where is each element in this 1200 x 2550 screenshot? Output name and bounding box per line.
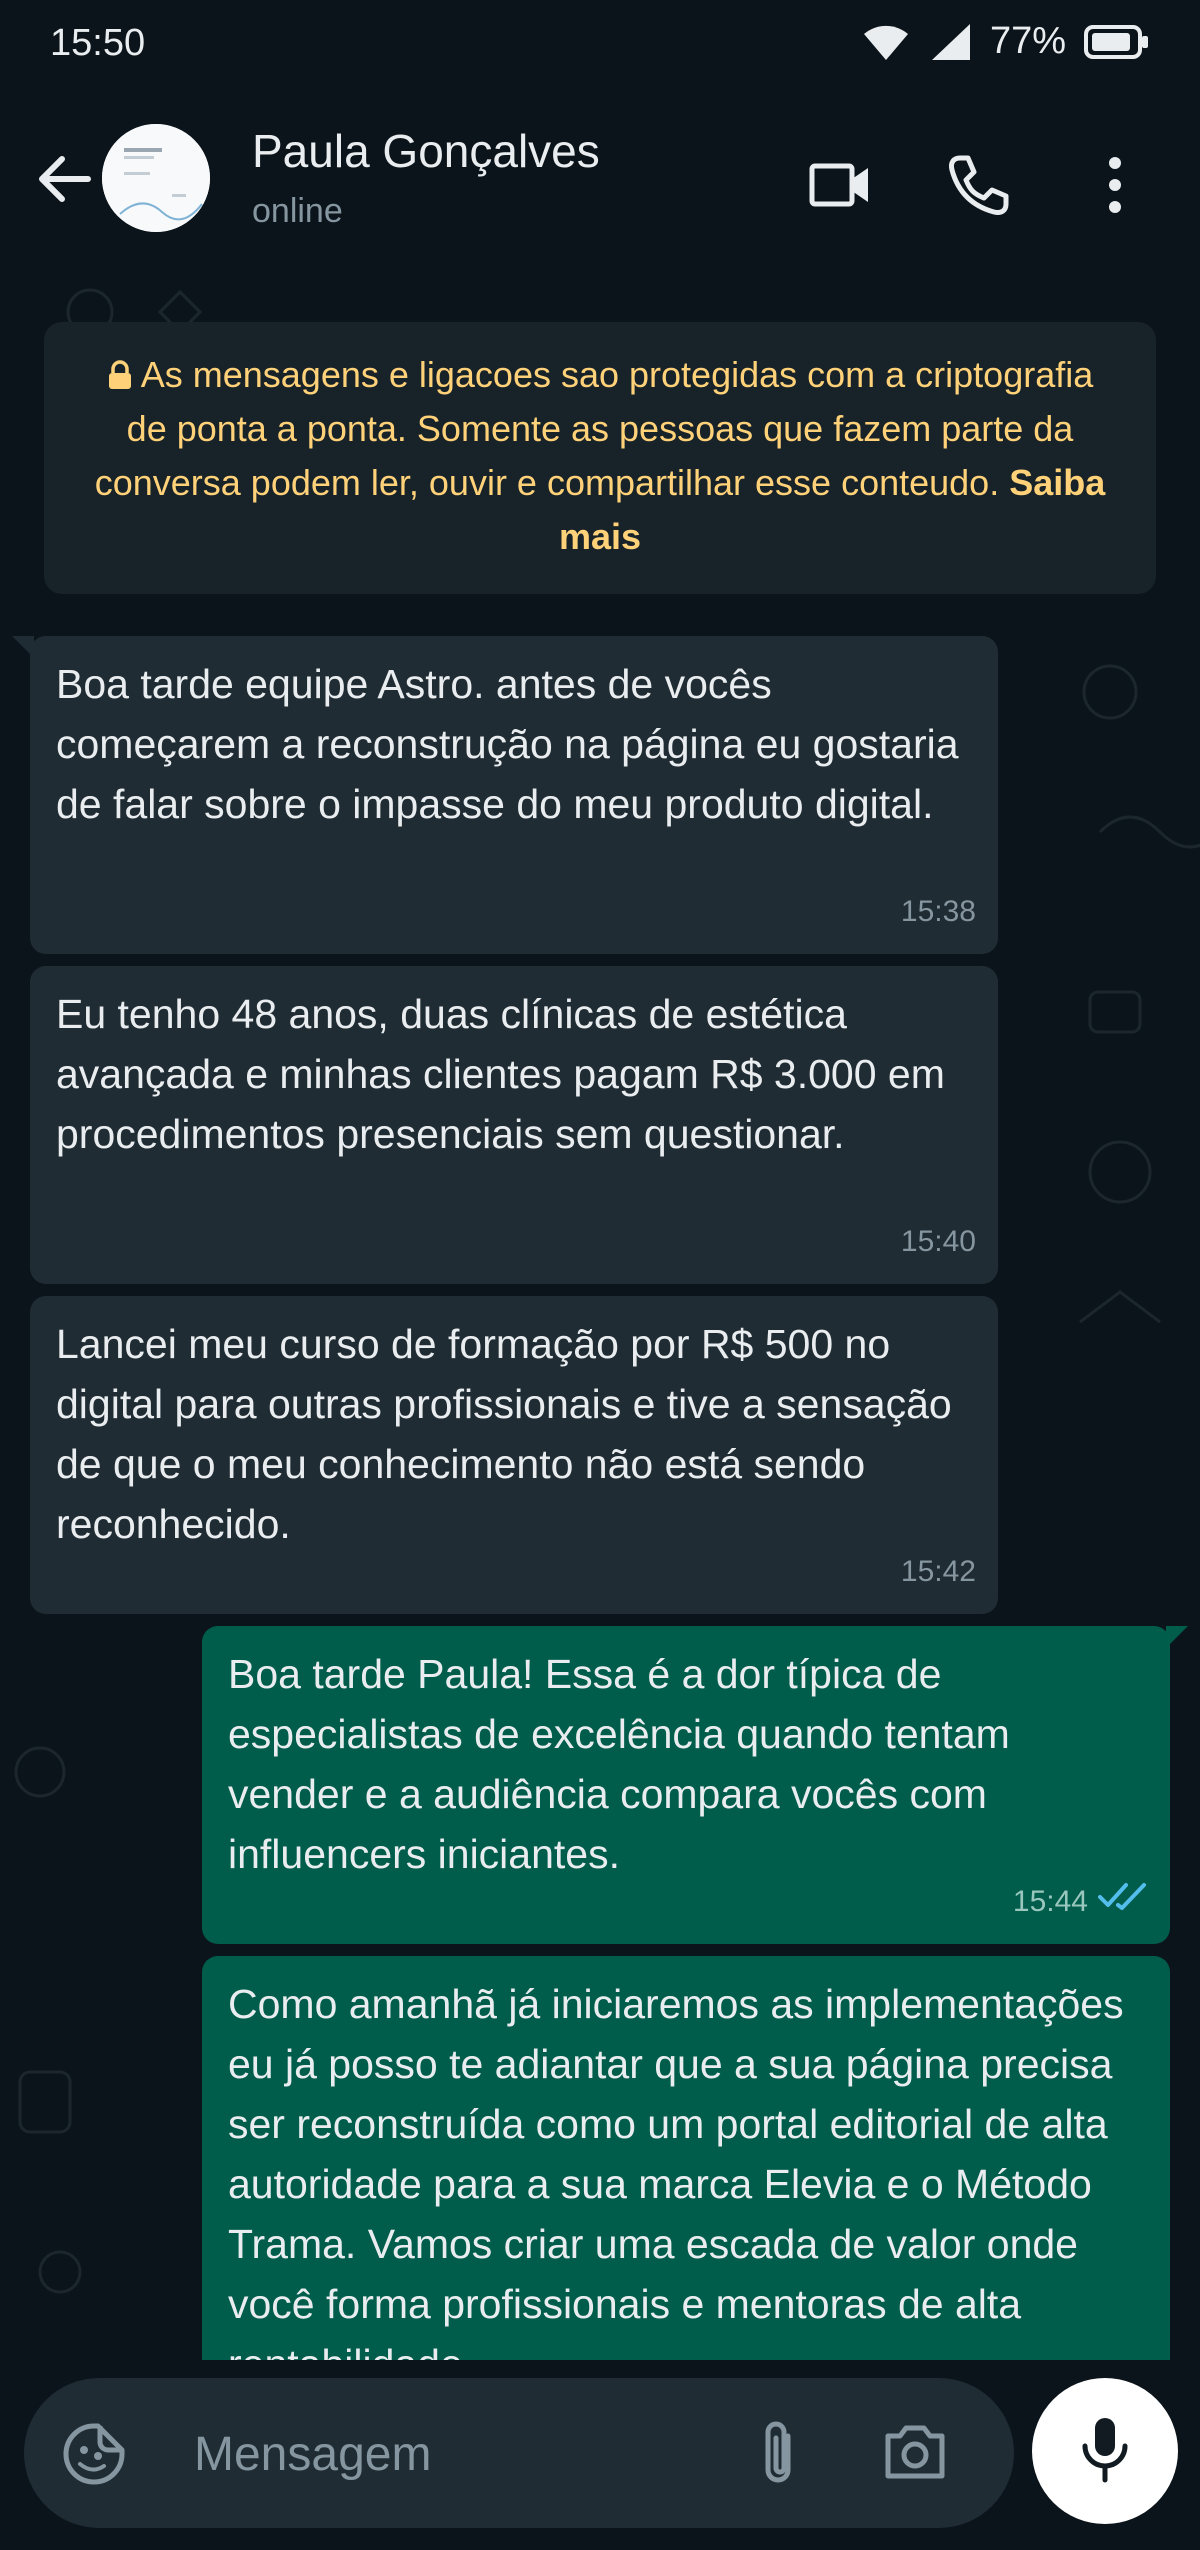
mic-icon bbox=[1077, 2414, 1133, 2489]
message-outgoing[interactable]: Como amanhã já iniciaremos as implementa… bbox=[202, 1956, 1170, 2360]
message-time: 15:44 bbox=[1012, 1885, 1088, 1918]
double-check-icon bbox=[1098, 1872, 1148, 1932]
message-time: 15:38 bbox=[900, 895, 976, 928]
message-text: Como amanhã já iniciaremos as implementa… bbox=[228, 1981, 1124, 2360]
message-text: Eu tenho 48 anos, duas clínicas de estét… bbox=[56, 991, 945, 1157]
camera-icon[interactable] bbox=[882, 2420, 948, 2489]
message-text: Lancei meu curso de formação por R$ 500 … bbox=[56, 1321, 952, 1547]
message-incoming[interactable]: Lancei meu curso de formação por R$ 500 … bbox=[30, 1296, 998, 1614]
message-incoming[interactable]: Boa tarde equipe Astro. antes de vocês c… bbox=[30, 636, 998, 954]
lock-icon bbox=[107, 354, 141, 395]
composer-bar bbox=[0, 2360, 1200, 2550]
composer bbox=[24, 2378, 1014, 2528]
message-incoming[interactable]: Eu tenho 48 anos, duas clínicas de estét… bbox=[30, 966, 998, 1284]
message-text: Boa tarde equipe Astro. antes de vocês c… bbox=[56, 661, 959, 827]
encryption-notice[interactable]: As mensagens e ligacoes sao protegidas c… bbox=[44, 322, 1156, 594]
message-time: 15:40 bbox=[900, 1225, 976, 1258]
status-bar: 15:50 77% bbox=[0, 0, 1200, 92]
chat-header: Paula Gonçalves online bbox=[0, 92, 1200, 272]
sticker-emoji-icon[interactable] bbox=[60, 2420, 128, 2493]
signal-icon bbox=[930, 22, 972, 62]
status-icons: 77% bbox=[860, 20, 1150, 63]
mic-button[interactable] bbox=[1032, 2378, 1178, 2524]
chat-area[interactable]: As mensagens e ligacoes sao protegidas c… bbox=[0, 272, 1200, 2360]
message-text: Boa tarde Paula! Essa é a dor típica de … bbox=[228, 1651, 1010, 1877]
battery-icon bbox=[1084, 24, 1150, 60]
contact-name[interactable]: Paula Gonçalves bbox=[252, 124, 600, 178]
status-time: 15:50 bbox=[50, 22, 146, 64]
encryption-notice-text: As mensagens e ligacoes sao protegidas c… bbox=[94, 354, 1094, 503]
contact-status: online bbox=[252, 192, 343, 230]
more-vert-icon[interactable] bbox=[1080, 150, 1150, 220]
attach-icon[interactable] bbox=[750, 2416, 806, 2497]
avatar[interactable] bbox=[102, 124, 210, 232]
video-call-icon[interactable] bbox=[806, 150, 876, 220]
back-arrow-icon[interactable] bbox=[30, 144, 100, 214]
phone-icon[interactable] bbox=[944, 150, 1014, 220]
wifi-icon bbox=[860, 22, 912, 62]
message-time-row: 15:44 bbox=[1013, 1872, 1148, 1932]
message-time: 15:42 bbox=[900, 1555, 976, 1588]
message-input[interactable] bbox=[194, 2426, 714, 2482]
battery-percent: 77% bbox=[989, 20, 1066, 62]
message-outgoing[interactable]: Boa tarde Paula! Essa é a dor típica de … bbox=[202, 1626, 1170, 1944]
